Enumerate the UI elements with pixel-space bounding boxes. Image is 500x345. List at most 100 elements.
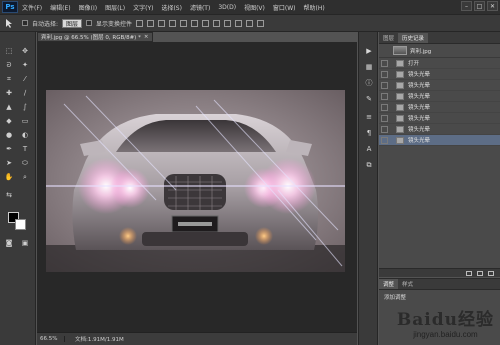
history-panel-tabs: 图层 历史记录 bbox=[379, 32, 500, 44]
distribute-left-icon[interactable] bbox=[235, 19, 243, 27]
history-brush-source-checkbox[interactable] bbox=[381, 103, 388, 111]
swap-colors-icon[interactable]: ⇆ bbox=[4, 190, 14, 200]
snapshot-label: 宾利.jpg bbox=[410, 48, 432, 55]
clone-stamp-icon[interactable]: ▲ bbox=[4, 102, 14, 112]
filter-icon bbox=[396, 81, 404, 89]
history-brush-source-checkbox[interactable] bbox=[381, 59, 388, 67]
filter-icon bbox=[396, 92, 404, 100]
maximize-button[interactable]: □ bbox=[474, 1, 485, 11]
zoom-level[interactable]: 66.5% bbox=[37, 336, 65, 342]
menu-edit[interactable]: 编辑(E) bbox=[46, 3, 74, 12]
properties-icon[interactable]: ≡ bbox=[363, 112, 375, 122]
align-middle-icon[interactable] bbox=[147, 19, 155, 27]
tab-history[interactable]: 历史记录 bbox=[398, 33, 429, 43]
history-item-label: 镜头光晕 bbox=[408, 105, 431, 111]
type-tool-icon[interactable]: T bbox=[20, 144, 30, 154]
close-tab-icon[interactable]: × bbox=[144, 34, 149, 40]
lasso-tool-icon[interactable]: ᘐ bbox=[4, 60, 14, 70]
move-tool-icon[interactable] bbox=[4, 18, 18, 28]
history-brush-source-checkbox[interactable] bbox=[381, 81, 388, 89]
histogram-icon[interactable]: ▦ bbox=[363, 62, 375, 72]
move-tool-icon[interactable]: ✥ bbox=[20, 46, 30, 56]
history-brush-source-checkbox[interactable] bbox=[381, 92, 388, 100]
tab-layers[interactable]: 图层 bbox=[379, 33, 398, 43]
document-tab[interactable]: 宾利.jpg @ 66.5% (图层 0, RGB/8#) * × bbox=[37, 32, 153, 42]
show-transform-checkbox[interactable] bbox=[86, 20, 93, 26]
info-icon[interactable]: ⓘ bbox=[363, 78, 375, 88]
zoom-tool-icon[interactable]: ⌕ bbox=[20, 172, 30, 182]
clone-source-icon[interactable]: ⧉ bbox=[363, 160, 375, 170]
distribute-bottom-icon[interactable] bbox=[224, 19, 232, 27]
quick-mask-icon[interactable]: ◙ bbox=[4, 238, 14, 248]
screen-mode-icon[interactable]: ▣ bbox=[20, 238, 30, 248]
history-item-lens-flare[interactable]: 镜头光晕 bbox=[379, 113, 500, 124]
eraser-tool-icon[interactable]: ◆ bbox=[4, 116, 14, 126]
trash-icon[interactable] bbox=[488, 270, 494, 276]
menu-file[interactable]: 文件(F) bbox=[18, 3, 46, 12]
tab-adjustments[interactable]: 调整 bbox=[379, 279, 399, 289]
filter-icon bbox=[396, 103, 404, 111]
align-top-icon[interactable] bbox=[136, 19, 144, 27]
history-brush-source-checkbox[interactable] bbox=[381, 125, 388, 133]
adjustments-panel-tabs: 调整 样式 bbox=[379, 279, 500, 290]
align-left-icon[interactable] bbox=[169, 19, 177, 27]
menu-window[interactable]: 窗口(W) bbox=[269, 3, 300, 12]
dodge-tool-icon[interactable]: ◐ bbox=[20, 130, 30, 140]
history-item-lens-flare[interactable]: 镜头光晕 bbox=[379, 124, 500, 135]
hand-tool-icon[interactable]: ✋ bbox=[4, 172, 14, 182]
history-brush-icon[interactable]: ∫ bbox=[20, 102, 30, 112]
align-center-icon[interactable] bbox=[180, 19, 188, 27]
auto-select-checkbox[interactable] bbox=[22, 20, 28, 26]
paragraph-icon[interactable]: ¶ bbox=[363, 128, 375, 138]
play-action-icon[interactable]: ▶ bbox=[363, 46, 375, 56]
gradient-tool-icon[interactable]: ▭ bbox=[20, 116, 30, 126]
align-bottom-icon[interactable] bbox=[158, 19, 166, 27]
history-item-lens-flare[interactable]: 镜头光晕 bbox=[379, 69, 500, 80]
document-info[interactable]: 文档:1.91M/1.91M bbox=[65, 335, 124, 343]
minimize-button[interactable]: – bbox=[461, 1, 472, 11]
history-item-lens-flare[interactable]: 镜头光晕 bbox=[379, 80, 500, 91]
menu-type[interactable]: 文字(Y) bbox=[129, 3, 157, 12]
tab-styles[interactable]: 样式 bbox=[398, 279, 417, 289]
magic-wand-icon[interactable]: ✦ bbox=[20, 60, 30, 70]
history-item-lens-flare[interactable]: 镜头光晕 bbox=[379, 102, 500, 113]
shape-tool-icon[interactable]: ⬭ bbox=[20, 158, 30, 168]
close-button[interactable]: ✕ bbox=[487, 1, 498, 11]
blur-tool-icon[interactable]: ● bbox=[4, 130, 14, 140]
menu-3d[interactable]: 3D(D) bbox=[214, 4, 240, 11]
history-item-lens-flare-selected[interactable]: 镜头光晕 bbox=[379, 135, 500, 146]
document-image[interactable] bbox=[46, 90, 345, 272]
pen-tool-icon[interactable]: ✒ bbox=[4, 144, 14, 154]
distribute-middle-icon[interactable] bbox=[213, 19, 221, 27]
distribute-center-icon[interactable] bbox=[246, 19, 254, 27]
distribute-right-icon[interactable] bbox=[257, 19, 265, 27]
history-brush-source-checkbox[interactable] bbox=[381, 136, 388, 144]
history-item-open[interactable]: 打开 bbox=[379, 58, 500, 69]
crop-tool-icon[interactable]: ⌗ bbox=[4, 74, 14, 84]
menu-layer[interactable]: 图层(L) bbox=[101, 3, 129, 12]
history-brush-source-checkbox[interactable] bbox=[381, 70, 388, 78]
history-item-lens-flare[interactable]: 镜头光晕 bbox=[379, 91, 500, 102]
menu-image[interactable]: 图像(I) bbox=[75, 3, 101, 12]
menu-help[interactable]: 帮助(H) bbox=[300, 3, 329, 12]
eyedropper-icon[interactable]: ⁄ bbox=[20, 74, 30, 84]
menu-select[interactable]: 选择(S) bbox=[157, 3, 186, 12]
auto-select-dropdown[interactable]: 图层 bbox=[62, 18, 83, 28]
history-brush-source-checkbox[interactable] bbox=[381, 114, 388, 122]
history-snapshot[interactable]: 宾利.jpg bbox=[379, 44, 500, 58]
menu-view[interactable]: 视图(V) bbox=[240, 3, 269, 12]
brush-tool-icon[interactable]: ∕ bbox=[20, 88, 30, 98]
path-selection-icon[interactable]: ➤ bbox=[4, 158, 14, 168]
camera-snapshot-icon[interactable] bbox=[477, 270, 483, 276]
healing-brush-icon[interactable]: ✚ bbox=[4, 88, 14, 98]
character-icon[interactable]: A bbox=[363, 144, 375, 154]
new-document-from-state-icon[interactable] bbox=[466, 270, 472, 276]
add-adjustment-label: 添加调整 bbox=[384, 295, 407, 301]
brush-preset-icon[interactable]: ✎ bbox=[363, 94, 375, 104]
menu-filter[interactable]: 滤镜(T) bbox=[186, 3, 214, 12]
distribute-top-icon[interactable] bbox=[202, 19, 210, 27]
align-right-icon[interactable] bbox=[191, 19, 199, 27]
marquee-tool-icon[interactable]: ⬚ bbox=[4, 46, 14, 56]
background-color-swatch[interactable] bbox=[15, 219, 26, 230]
history-item-label: 镜头光晕 bbox=[408, 138, 431, 144]
